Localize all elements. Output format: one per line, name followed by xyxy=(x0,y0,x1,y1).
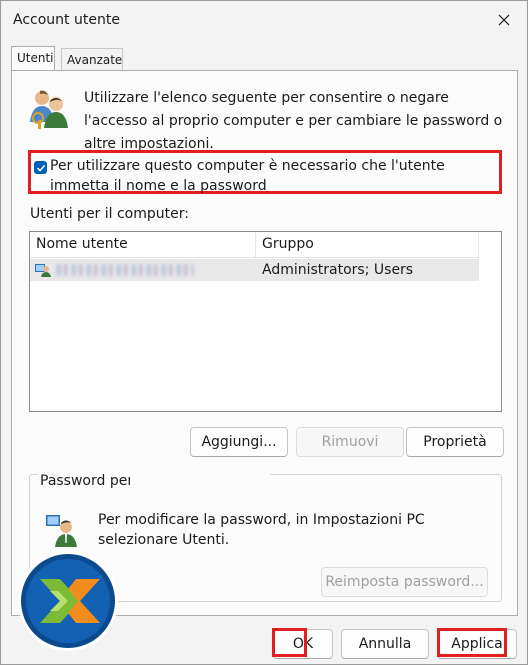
password-instructions: Per modificare la password, in Impostazi… xyxy=(98,512,425,548)
tab-avanzate[interactable]: Avanzate xyxy=(61,48,123,70)
users-icon xyxy=(30,90,68,129)
users-listview[interactable]: Nome utente Gruppo Administrators; Users xyxy=(29,231,502,412)
column-header-username[interactable]: Nome utente xyxy=(30,232,256,257)
require-password-checkbox[interactable] xyxy=(34,161,47,174)
close-button[interactable] xyxy=(487,5,521,35)
redacted-account-name xyxy=(130,473,270,491)
users-list-label: Utenti per il computer: xyxy=(30,206,189,222)
checkmark-icon xyxy=(36,164,45,172)
add-user-button[interactable]: Aggiungi... xyxy=(190,427,288,457)
key-user-icon xyxy=(46,515,77,547)
window-title: Account utente xyxy=(13,12,120,28)
column-header-group[interactable]: Gruppo xyxy=(256,232,479,257)
listview-header: Nome utente Gruppo xyxy=(30,232,479,258)
ok-highlight xyxy=(272,628,307,657)
password-group-legend: Password per xyxy=(38,473,138,489)
cancel-button[interactable]: Annulla xyxy=(341,629,429,659)
title-bar: Account utente xyxy=(1,1,527,39)
intro-text: Utilizzare l'elenco seguente per consent… xyxy=(84,90,503,152)
properties-button[interactable]: Proprietà xyxy=(406,427,504,457)
reset-password-button[interactable]: Reimposta password... xyxy=(321,567,488,597)
cell-group: Administrators; Users xyxy=(262,262,414,278)
apply-highlight xyxy=(437,628,507,657)
remove-user-button[interactable]: Rimuovi xyxy=(296,427,404,457)
brand-logo-icon xyxy=(18,551,118,651)
username-redacted xyxy=(56,264,194,276)
require-password-label: Per utilizzare questo computer è necessa… xyxy=(50,158,445,194)
table-row[interactable]: Administrators; Users xyxy=(30,259,479,281)
require-password-option[interactable]: Per utilizzare questo computer è necessa… xyxy=(28,150,502,194)
tab-utenti-label: Utenti xyxy=(17,51,54,65)
tab-avanzate-label: Avanzate xyxy=(67,53,123,67)
users-tab-panel: Utilizzare l'elenco seguente per consent… xyxy=(11,70,518,616)
tab-utenti[interactable]: Utenti xyxy=(11,46,55,70)
account-dialog: Account utente Utenti Avanzate Utilizzar… xyxy=(0,0,528,665)
user-icon xyxy=(35,264,51,277)
close-icon xyxy=(498,14,510,26)
